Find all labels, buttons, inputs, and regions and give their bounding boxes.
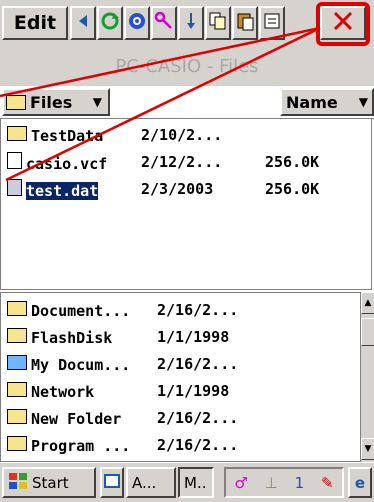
annotation-lines: [0, 26, 321, 182]
annotation-line: [0, 26, 321, 98]
annotation-line: [5, 26, 321, 182]
